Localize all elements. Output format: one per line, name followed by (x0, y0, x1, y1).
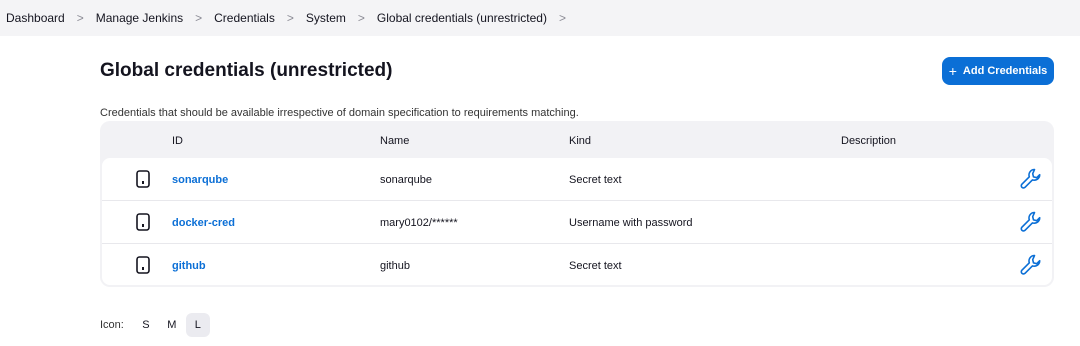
header-name[interactable]: Name (380, 135, 409, 147)
credential-token-icon (136, 170, 150, 191)
icon-size-small[interactable]: S (134, 313, 158, 337)
breadcrumb: Dashboard > Manage Jenkins > Credentials… (0, 0, 1080, 36)
add-credentials-label: Add Credentials (962, 65, 1048, 77)
credential-name: mary0102/****** (380, 217, 458, 229)
breadcrumb-dashboard[interactable]: Dashboard (6, 11, 65, 25)
page-description: Credentials that should be available irr… (100, 107, 579, 119)
credential-id-link[interactable]: sonarqube (172, 174, 228, 186)
breadcrumb-separator[interactable]: > (559, 11, 566, 25)
table-header: ID Name Kind Description (100, 121, 1054, 159)
header-kind[interactable]: Kind (569, 135, 591, 147)
plus-icon: + (948, 63, 957, 79)
breadcrumb-global-credentials[interactable]: Global credentials (unrestricted) (377, 11, 547, 25)
credential-id-link[interactable]: github (172, 260, 206, 272)
credential-kind: Username with password (569, 217, 693, 229)
breadcrumb-separator: > (357, 11, 365, 25)
credential-token-icon (136, 213, 150, 234)
credential-name: sonarqube (380, 174, 432, 186)
credential-id-link[interactable]: docker-cred (172, 217, 235, 229)
icon-size-label: Icon: (100, 319, 124, 331)
credential-name: github (380, 260, 410, 272)
breadcrumb-manage-jenkins[interactable]: Manage Jenkins (96, 11, 183, 25)
breadcrumb-separator: > (195, 11, 203, 25)
table-row: docker-cred mary0102/****** Username wit… (102, 201, 1052, 244)
wrench-icon[interactable] (1018, 252, 1044, 281)
breadcrumb-credentials[interactable]: Credentials (214, 11, 275, 25)
icon-size-selector: Icon: S M L (100, 313, 212, 337)
wrench-icon[interactable] (1018, 209, 1044, 238)
header-description[interactable]: Description (841, 135, 896, 147)
table-body: sonarqube sonarqube Secret text docker-c… (102, 158, 1052, 285)
table-row: github github Secret text (102, 244, 1052, 285)
credentials-table: ID Name Kind Description sonarqube sonar… (100, 121, 1054, 287)
credential-token-icon (136, 256, 150, 277)
icon-size-medium[interactable]: M (160, 313, 184, 337)
breadcrumb-separator: > (286, 11, 294, 25)
credential-kind: Secret text (569, 260, 622, 272)
page-title: Global credentials (unrestricted) (100, 60, 393, 81)
table-row: sonarqube sonarqube Secret text (102, 158, 1052, 201)
breadcrumb-separator: > (76, 11, 84, 25)
icon-size-large[interactable]: L (185, 313, 210, 337)
add-credentials-button[interactable]: + Add Credentials (942, 57, 1054, 85)
credential-kind: Secret text (569, 174, 622, 186)
header-id[interactable]: ID (172, 135, 183, 147)
wrench-icon[interactable] (1018, 166, 1044, 195)
breadcrumb-system[interactable]: System (306, 11, 346, 25)
